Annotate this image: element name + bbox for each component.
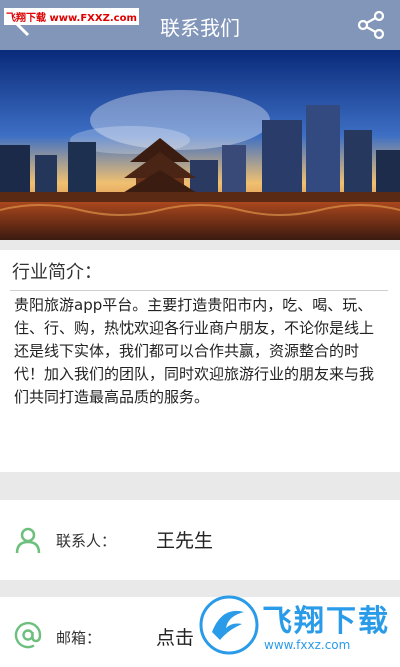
- contact-person-value: 王先生: [156, 530, 214, 552]
- email-label: 邮箱：: [56, 629, 102, 647]
- page-title: 联系我们: [160, 16, 240, 40]
- intro-heading: 行业简介：: [12, 262, 102, 283]
- watermark: 飞翔下载 www.fxxz.com: [198, 594, 394, 660]
- city-banner-image: [0, 50, 400, 240]
- watermark-title: 飞翔下载: [262, 604, 390, 639]
- watermark-url: www.fxxz.com: [264, 638, 351, 652]
- intro-card: 行业简介： 贵阳旅游app平台。主要打造贵阳市内，吃、喝、玩、住、行、购，热忱欢…: [0, 250, 400, 472]
- intro-divider: [10, 290, 388, 291]
- share-icon[interactable]: [356, 10, 386, 40]
- watermark-logo-icon: [199, 595, 259, 655]
- email-value[interactable]: 点击: [156, 623, 194, 650]
- contact-person-row: 联系人： 王先生: [0, 500, 400, 580]
- at-sign-icon: [14, 621, 42, 649]
- person-icon: [15, 527, 41, 554]
- top-bar: 飞翔下载 www.FXXZ.com 联系我们: [0, 0, 400, 50]
- contact-person-label: 联系人：: [56, 532, 117, 550]
- intro-body: 贵阳旅游app平台。主要打造贵阳市内，吃、喝、玩、住、行、购，热忱欢迎各行业商户…: [14, 296, 375, 406]
